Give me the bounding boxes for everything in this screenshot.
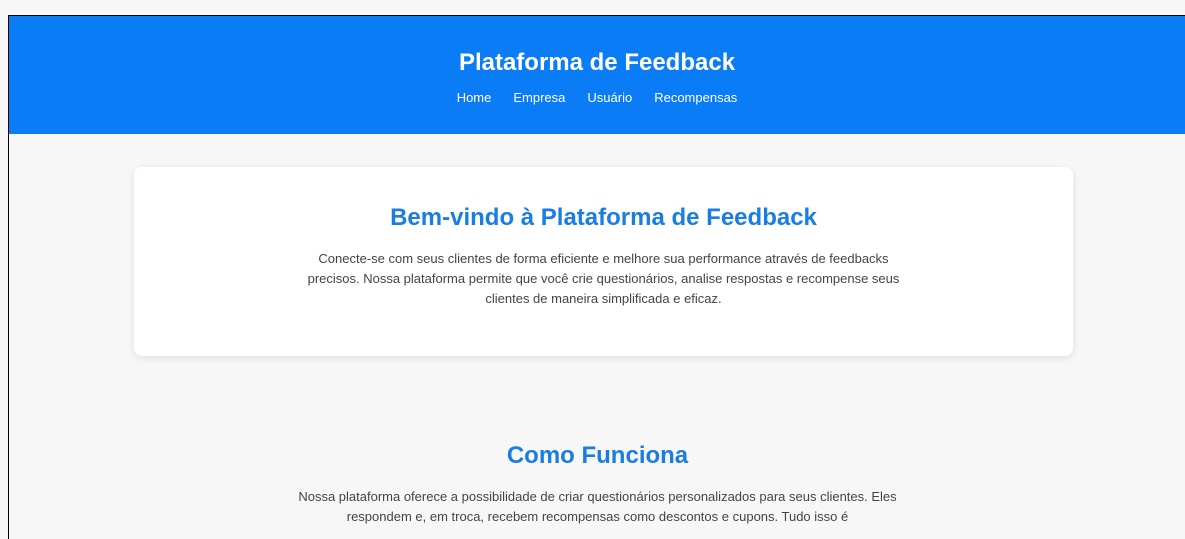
welcome-text: Conecte-se com seus clientes de forma ef…	[307, 251, 900, 306]
nav-link-usuario[interactable]: Usuário	[587, 90, 632, 106]
page-frame: Plataforma de Feedback Home Empresa Usuá…	[8, 15, 1185, 539]
how-it-works-section: Como Funciona Nossa plataforma oferece a…	[9, 441, 1185, 527]
nav-link-home[interactable]: Home	[457, 90, 492, 106]
nav-link-empresa[interactable]: Empresa	[513, 90, 565, 106]
welcome-card: Bem-vindo à Plataforma de Feedback Conec…	[134, 167, 1073, 356]
welcome-title: Bem-vindo à Plataforma de Feedback	[390, 204, 817, 231]
how-it-works-text: Nossa plataforma oferece a possibilidade…	[298, 489, 897, 524]
site-header: Plataforma de Feedback Home Empresa Usuá…	[9, 16, 1185, 134]
how-it-works-title: Como Funciona	[506, 442, 689, 469]
main-nav: Home Empresa Usuário Recompensas	[9, 90, 1185, 106]
nav-link-recompensas[interactable]: Recompensas	[654, 90, 737, 106]
site-title: Plataforma de Feedback	[458, 49, 736, 76]
